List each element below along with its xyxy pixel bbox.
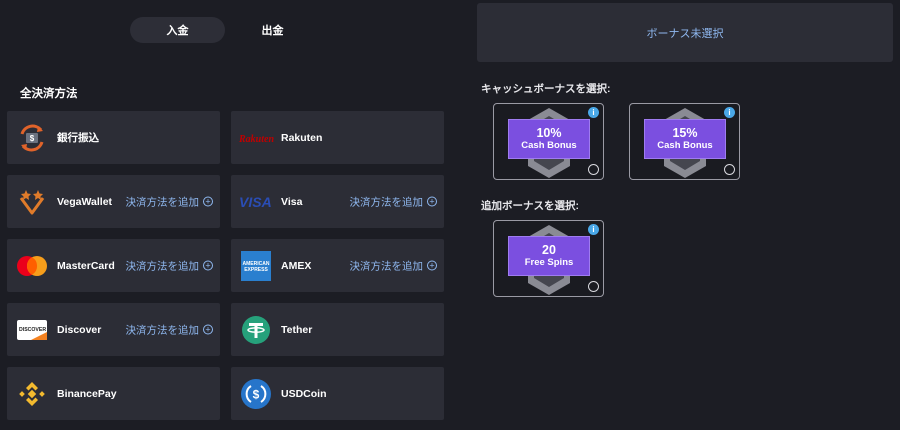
payment-method-name: 銀行振込 bbox=[57, 132, 99, 144]
binance-icon bbox=[15, 377, 49, 411]
tether-icon bbox=[239, 313, 273, 347]
discover-logo: DISCOVER bbox=[15, 313, 49, 347]
section-title: 全決済方法 bbox=[20, 88, 78, 100]
bank-transfer-icon: $ bbox=[15, 121, 49, 155]
bonus-label: 15% Cash Bonus bbox=[644, 119, 726, 159]
svg-text:VISA: VISA bbox=[239, 194, 272, 210]
no-bonus-label: ボーナス未選択 bbox=[646, 27, 724, 40]
svg-text:EXPRESS: EXPRESS bbox=[244, 267, 268, 273]
bonus-card-cash-15[interactable]: 15% Cash Bonus i bbox=[629, 103, 740, 180]
add-payment-method-link[interactable]: 決済方法を追加 + bbox=[125, 194, 213, 209]
payment-method-name: VegaWallet bbox=[57, 195, 113, 208]
svg-text:$: $ bbox=[253, 387, 260, 401]
bonus-type: Cash Bonus bbox=[657, 139, 713, 151]
bonus-amount: 20 bbox=[542, 243, 556, 258]
payment-method-name: BinancePay bbox=[57, 387, 117, 400]
extra-bonus-title: 追加ボーナスを選択: bbox=[481, 200, 579, 212]
bonus-label: 20 Free Spins bbox=[508, 236, 590, 276]
payment-methods-grid: $ 銀行振込 Rakuten Rakuten VegaWallet 決済方法を追… bbox=[7, 111, 444, 420]
add-payment-method-link[interactable]: 決済方法を追加 + bbox=[349, 258, 437, 273]
cash-bonus-title: キャッシュボーナスを選択: bbox=[481, 83, 611, 95]
deposit-withdraw-tabs: 入金 出金 bbox=[130, 17, 320, 43]
add-payment-method-link[interactable]: 決済方法を追加 + bbox=[125, 258, 213, 273]
tab-withdraw[interactable]: 出金 bbox=[225, 17, 320, 43]
plus-circle-icon: + bbox=[427, 196, 437, 207]
info-icon[interactable]: i bbox=[588, 224, 599, 235]
payment-method-tether[interactable]: Tether bbox=[231, 303, 444, 356]
add-payment-method-label: 決済方法を追加 bbox=[125, 260, 200, 272]
vegawallet-icon bbox=[15, 185, 49, 219]
info-icon[interactable]: i bbox=[588, 107, 599, 118]
tab-deposit[interactable]: 入金 bbox=[130, 17, 225, 43]
bonus-label: 10% Cash Bonus bbox=[508, 119, 590, 159]
payment-method-name: Visa bbox=[281, 195, 303, 208]
bonus-card-cash-10[interactable]: 10% Cash Bonus i bbox=[493, 103, 604, 180]
plus-circle-icon: + bbox=[203, 260, 213, 271]
add-payment-method-link[interactable]: 決済方法を追加 + bbox=[349, 194, 437, 209]
svg-text:$: $ bbox=[30, 134, 35, 143]
no-bonus-option[interactable]: ボーナス未選択 bbox=[477, 3, 893, 62]
payment-method-name: Rakuten bbox=[281, 131, 323, 144]
payment-method-discover[interactable]: DISCOVER Discover 決済方法を追加 + bbox=[7, 303, 220, 356]
visa-logo: VISA bbox=[239, 185, 273, 219]
plus-circle-icon: + bbox=[427, 260, 437, 271]
plus-circle-icon: + bbox=[203, 196, 213, 207]
plus-circle-icon: + bbox=[203, 324, 213, 335]
svg-text:DISCOVER: DISCOVER bbox=[19, 327, 46, 333]
bonus-radio[interactable] bbox=[588, 281, 599, 292]
payment-method-name: AMEX bbox=[281, 259, 312, 272]
payment-method-rakuten[interactable]: Rakuten Rakuten bbox=[231, 111, 444, 164]
bonus-type: Free Spins bbox=[524, 256, 574, 268]
bonus-amount: 10% bbox=[536, 126, 562, 141]
payment-method-name: Discover bbox=[57, 323, 102, 336]
amex-logo: AMERICAN EXPRESS bbox=[239, 249, 273, 283]
bonus-amount: 15% bbox=[672, 126, 698, 141]
usdcoin-icon: $ bbox=[239, 377, 273, 411]
bonus-radio[interactable] bbox=[724, 164, 735, 175]
payment-method-amex[interactable]: AMERICAN EXPRESS AMEX 決済方法を追加 + bbox=[231, 239, 444, 292]
payment-method-name: MasterCard bbox=[57, 259, 115, 272]
payment-method-mastercard[interactable]: MasterCard 決済方法を追加 + bbox=[7, 239, 220, 292]
rakuten-logo: Rakuten bbox=[239, 121, 279, 155]
payment-method-name: Tether bbox=[281, 323, 313, 336]
add-payment-method-link[interactable]: 決済方法を追加 + bbox=[125, 322, 213, 337]
bonus-card-free-spins-20[interactable]: 20 Free Spins i bbox=[493, 220, 604, 297]
info-icon[interactable]: i bbox=[724, 107, 735, 118]
payment-method-visa[interactable]: VISA Visa 決済方法を追加 + bbox=[231, 175, 444, 228]
svg-text:Rakuten: Rakuten bbox=[239, 134, 274, 145]
bonus-type: Cash Bonus bbox=[521, 139, 577, 151]
add-payment-method-label: 決済方法を追加 bbox=[349, 196, 424, 208]
add-payment-method-label: 決済方法を追加 bbox=[125, 324, 200, 336]
payment-method-bank-transfer[interactable]: $ 銀行振込 bbox=[7, 111, 220, 164]
payment-method-binancepay[interactable]: BinancePay bbox=[7, 367, 220, 420]
add-payment-method-label: 決済方法を追加 bbox=[349, 260, 424, 272]
bonus-radio[interactable] bbox=[588, 164, 599, 175]
payment-method-name: USDCoin bbox=[281, 387, 327, 400]
add-payment-method-label: 決済方法を追加 bbox=[125, 196, 200, 208]
mastercard-logo bbox=[15, 249, 49, 283]
payment-method-usdcoin[interactable]: $ USDCoin bbox=[231, 367, 444, 420]
payment-method-vegawallet[interactable]: VegaWallet 決済方法を追加 + bbox=[7, 175, 220, 228]
